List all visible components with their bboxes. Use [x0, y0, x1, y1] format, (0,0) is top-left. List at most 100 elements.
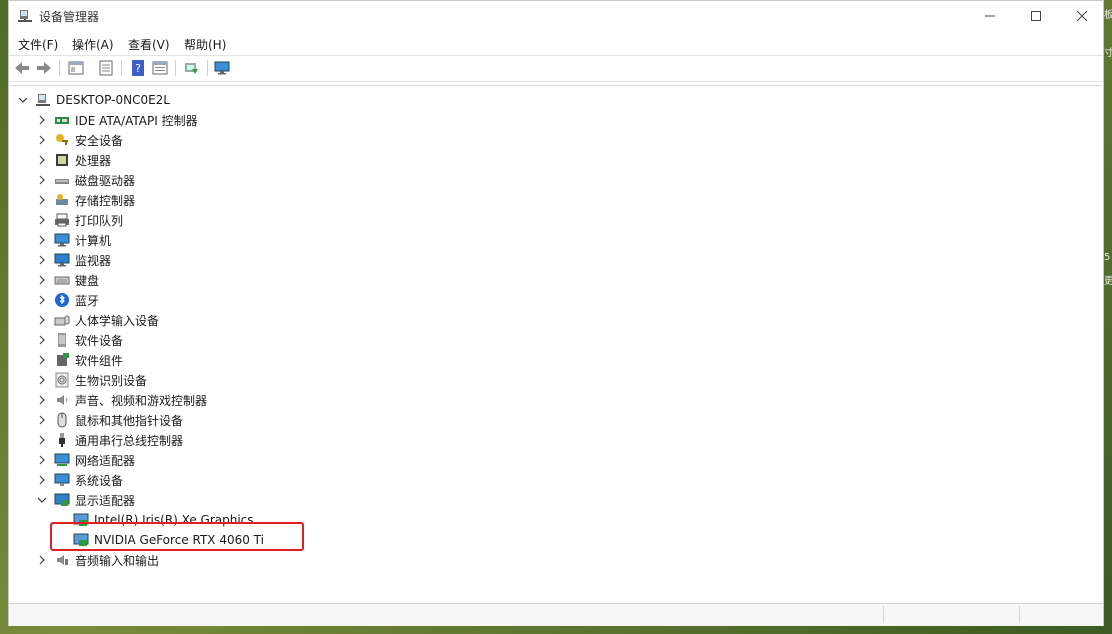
tree-category[interactable]: 磁盘驱动器 [36, 170, 135, 190]
chevron-right-icon[interactable] [36, 374, 48, 386]
maximize-button[interactable] [1013, 1, 1059, 31]
tree-root-label: DESKTOP-0NC0E2L [56, 93, 170, 107]
tree-category-label: 软件组件 [75, 353, 124, 368]
display-adapter-icon [54, 493, 70, 506]
menu-file[interactable]: 文件(F) [18, 36, 58, 53]
tree-category[interactable]: 音频输入和输出 [36, 550, 159, 570]
tree-category[interactable]: 通用串行总线控制器 [36, 430, 183, 450]
tree-category-label: 网络适配器 [75, 453, 136, 468]
tree-category-label: 声音、视频和游戏控制器 [75, 393, 208, 408]
keyboard-icon [54, 276, 70, 285]
chevron-right-icon[interactable] [36, 314, 48, 326]
minimize-icon [985, 15, 995, 17]
toolbar: ? [9, 56, 1103, 80]
menu-view[interactable]: 查看(V) [128, 36, 170, 53]
chevron-right-icon[interactable] [36, 434, 48, 446]
software-device-icon [58, 333, 66, 347]
toolbar-divider [9, 81, 1103, 82]
status-divider [883, 606, 884, 623]
chevron-right-icon[interactable] [36, 214, 48, 226]
toolbar-separator [59, 60, 60, 76]
view-icon[interactable] [151, 59, 169, 77]
chevron-right-icon[interactable] [36, 414, 48, 426]
tree-category[interactable]: 计算机 [36, 230, 111, 250]
menu-action[interactable]: 操作(A) [72, 36, 114, 53]
chevron-right-icon[interactable] [36, 234, 48, 246]
network-adapter-icon [54, 453, 70, 466]
chevron-right-icon[interactable] [36, 274, 48, 286]
toolbar-separator [121, 60, 122, 76]
status-bar [9, 603, 1103, 626]
ide-controller-icon [55, 117, 69, 124]
tree-category-label: 打印队列 [75, 213, 124, 228]
close-button[interactable] [1059, 1, 1105, 31]
chevron-right-icon[interactable] [36, 194, 48, 206]
tree-category[interactable]: 打印队列 [36, 210, 123, 230]
chevron-right-icon[interactable] [36, 254, 48, 266]
tree-category[interactable]: 安全设备 [36, 130, 123, 150]
printer-icon [55, 213, 69, 227]
chevron-right-icon[interactable] [36, 454, 48, 466]
chevron-right-icon[interactable] [36, 114, 48, 126]
chevron-right-icon[interactable] [36, 174, 48, 186]
tree-category-label: 显示适配器 [75, 493, 136, 508]
chevron-right-icon[interactable] [36, 554, 48, 566]
tree-category[interactable]: 网络适配器 [36, 450, 135, 470]
processor-icon [56, 154, 68, 166]
chevron-right-icon[interactable] [36, 294, 48, 306]
status-divider [1019, 606, 1020, 623]
desktop-edge-text: 更 [1104, 276, 1112, 287]
bluetooth-icon [55, 293, 69, 307]
desktop-edge-text: 板 [1104, 10, 1112, 21]
tree-category[interactable]: 鼠标和其他指针设备 [36, 410, 183, 430]
help-icon[interactable]: ? [129, 59, 147, 77]
scan-hardware-icon[interactable] [213, 59, 231, 77]
storage-controller-icon [56, 194, 68, 205]
tree-category[interactable]: 系统设备 [36, 470, 123, 490]
svg-text:?: ? [135, 62, 141, 75]
mouse-icon [57, 412, 67, 428]
chevron-right-icon[interactable] [36, 334, 48, 346]
tree-category[interactable]: 蓝牙 [36, 290, 99, 310]
tree-category[interactable]: 处理器 [36, 150, 111, 170]
tree-category-label: 计算机 [75, 233, 112, 248]
forward-arrow-icon[interactable] [35, 59, 53, 77]
properties-icon[interactable] [97, 59, 115, 77]
tree-category-label: 系统设备 [75, 473, 124, 488]
update-driver-icon[interactable] [182, 59, 200, 77]
tree-category[interactable]: 存储控制器 [36, 190, 135, 210]
tree-root[interactable]: DESKTOP-0NC0E2L [17, 90, 170, 110]
chevron-down-icon[interactable] [17, 94, 29, 106]
chevron-down-icon[interactable] [36, 494, 48, 506]
tree-category[interactable]: 声音、视频和游戏控制器 [36, 390, 207, 410]
tree-category[interactable]: IDE ATA/ATAPI 控制器 [36, 110, 198, 130]
monitor-icon [54, 253, 70, 267]
window-title: 设备管理器 [39, 10, 100, 24]
chevron-right-icon[interactable] [36, 134, 48, 146]
menu-bar: 文件(F) 操作(A) 查看(V) 帮助(H) [9, 32, 1103, 54]
chevron-right-icon[interactable] [36, 154, 48, 166]
title-bar[interactable]: 设备管理器 [9, 1, 1103, 31]
menu-help[interactable]: 帮助(H) [184, 36, 226, 53]
tree-category-label: 音频输入和输出 [75, 553, 160, 568]
chevron-right-icon[interactable] [36, 474, 48, 486]
back-arrow-icon[interactable] [13, 59, 31, 77]
show-hide-tree-icon[interactable] [67, 59, 85, 77]
minimize-button[interactable] [967, 1, 1013, 31]
fingerprint-icon [55, 372, 69, 388]
tree-category-label: 安全设备 [75, 133, 124, 148]
device-manager-window: 设备管理器 文件(F) 操作(A) 查看(V) 帮助(H) ? DESKTOP-… [8, 0, 1104, 626]
tree-category[interactable]: 显示适配器 [36, 490, 135, 510]
tree-category[interactable]: 软件组件 [36, 350, 123, 370]
tree-category[interactable]: 生物识别设备 [36, 370, 147, 390]
disk-drive-icon [55, 179, 69, 184]
tree-category[interactable]: 监视器 [36, 250, 111, 270]
tree-category-label: 蓝牙 [75, 293, 100, 308]
tree-category[interactable]: 软件设备 [36, 330, 123, 350]
chevron-right-icon[interactable] [36, 354, 48, 366]
computer-root-icon [36, 94, 50, 106]
hid-icon [54, 315, 70, 326]
chevron-right-icon[interactable] [36, 394, 48, 406]
tree-category[interactable]: 键盘 [36, 270, 99, 290]
tree-category[interactable]: 人体学输入设备 [36, 310, 159, 330]
